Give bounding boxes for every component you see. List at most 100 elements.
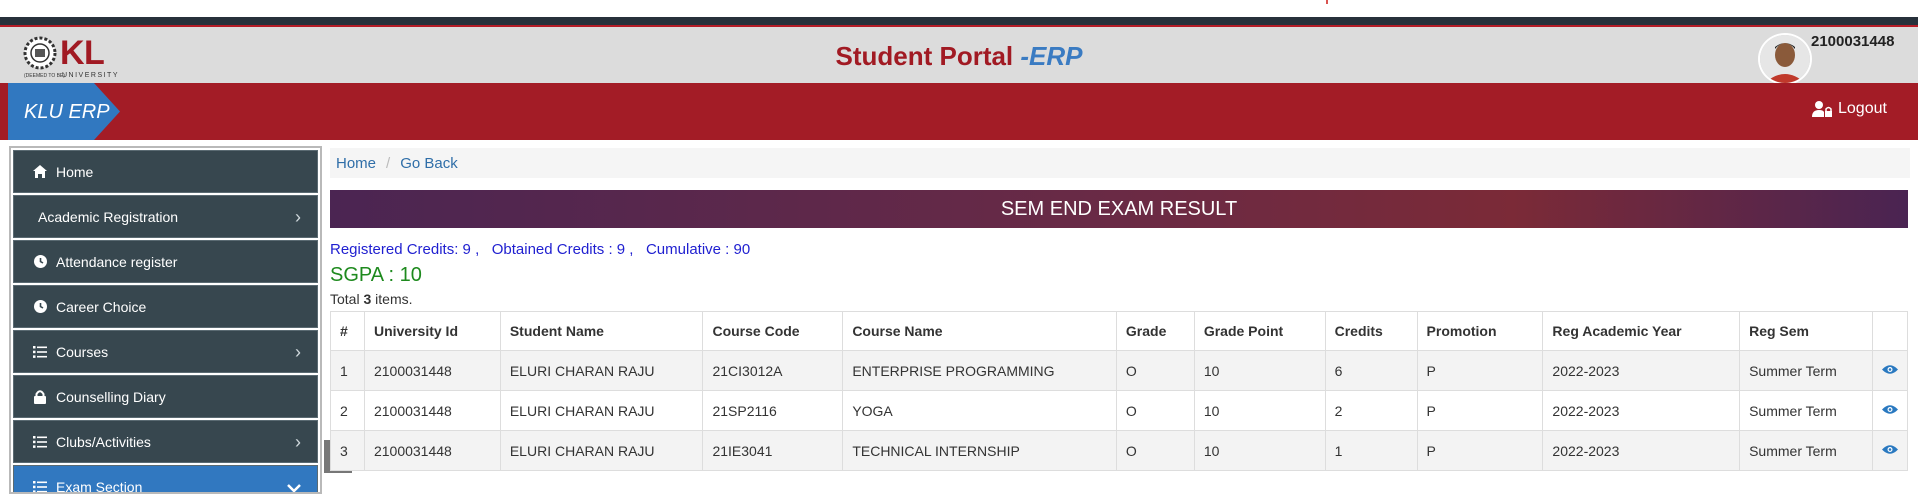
clock-icon <box>32 255 48 268</box>
cell-grade: O <box>1115 390 1195 431</box>
sidebar: Home Academic Registration › Attendance … <box>9 146 322 494</box>
sgpa-value: SGPA : 10 <box>330 264 422 286</box>
cell-course-name: TECHNICAL INTERNSHIP <box>842 430 1117 471</box>
view-cell <box>1871 350 1909 391</box>
column-header[interactable]: # <box>330 311 365 351</box>
chevron-right-icon: › <box>295 342 301 362</box>
sidebar-item-attendance-register[interactable]: Attendance register <box>13 240 318 283</box>
cell-reg-sem: Summer Term <box>1739 350 1873 391</box>
table-header-row: # University Id Student Name Course Code… <box>330 311 1909 351</box>
list-icon <box>32 435 48 448</box>
brand-label[interactable]: KLU ERP <box>24 101 110 124</box>
sidebar-item-counselling-diary[interactable]: Counselling Diary <box>13 375 318 418</box>
column-header[interactable]: Grade Point <box>1193 311 1326 351</box>
cell-student-name: ELURI CHARAN RAJU <box>499 350 704 391</box>
cell-reg-academic-year: 2022-2023 <box>1542 430 1741 471</box>
eye-icon[interactable] <box>1881 442 1898 459</box>
table-row: 3 2100031448 ELURI CHARAN RAJU 21IE3041 … <box>330 430 1909 471</box>
total-prefix: Total <box>330 291 364 307</box>
column-header[interactable]: Promotion <box>1416 311 1544 351</box>
sidebar-item-courses[interactable]: Courses › <box>13 330 318 373</box>
sidebar-item-label: Attendance register <box>56 253 178 270</box>
cell-reg-sem: Summer Term <box>1739 430 1873 471</box>
cell-credits: 1 <box>1324 430 1418 471</box>
chevron-right-icon: › <box>295 207 301 227</box>
column-header[interactable]: Credits <box>1324 311 1418 351</box>
portal-title: Student Portal -ERP <box>0 41 1918 72</box>
column-header[interactable]: Reg Academic Year <box>1542 311 1741 351</box>
credits-summary: Registered Credits: 9 , Obtained Credits… <box>330 241 751 258</box>
svg-text:UNIVERSITY: UNIVERSITY <box>62 72 119 79</box>
cell-reg-academic-year: 2022-2023 <box>1542 390 1741 431</box>
column-header[interactable]: Reg Sem <box>1739 311 1873 351</box>
portal-header: K L (DEEMED TO BE) UNIVERSITY Student Po… <box>0 25 1918 85</box>
column-header[interactable]: University Id <box>363 311 501 351</box>
eye-icon[interactable] <box>1881 362 1898 379</box>
sidebar-item-academic-registration[interactable]: Academic Registration › <box>13 195 318 238</box>
home-icon <box>32 165 48 178</box>
cell-index: 2 <box>330 390 365 431</box>
cell-credits: 2 <box>1324 390 1418 431</box>
column-header[interactable]: Grade <box>1115 311 1195 351</box>
breadcrumb-home-link[interactable]: Home <box>336 155 376 172</box>
user-id: 2100031448 <box>1811 33 1895 50</box>
cell-grade-point: 10 <box>1193 350 1326 391</box>
cell-reg-sem: Summer Term <box>1739 390 1873 431</box>
user-lock-icon <box>1812 101 1832 117</box>
cell-course-name: YOGA <box>842 390 1117 431</box>
view-cell <box>1871 430 1909 471</box>
result-banner: SEM END EXAM RESULT <box>330 190 1908 228</box>
cell-university-id: 2100031448 <box>363 390 501 431</box>
cell-university-id: 2100031448 <box>363 430 501 471</box>
cell-reg-academic-year: 2022-2023 <box>1542 350 1741 391</box>
cell-grade-point: 10 <box>1193 430 1326 471</box>
sidebar-item-label: Career Choice <box>56 298 147 315</box>
chevron-down-icon <box>287 477 301 492</box>
sidebar-item-label: Home <box>56 163 94 180</box>
top-dark-band <box>0 17 1918 25</box>
column-header[interactable]: Student Name <box>499 311 704 351</box>
column-header[interactable]: Course Code <box>702 311 844 351</box>
cell-course-code: 21SP2116 <box>702 390 844 431</box>
cell-course-code: 21IE3041 <box>702 430 844 471</box>
cell-student-name: ELURI CHARAN RAJU <box>499 390 704 431</box>
logout-button[interactable]: Logout <box>1812 100 1887 118</box>
sidebar-item-exam-section[interactable]: Exam Section <box>13 465 318 494</box>
sidebar-item-career-choice[interactable]: Career Choice <box>13 285 318 328</box>
portal-title-accent: -ERP <box>1020 41 1083 71</box>
cell-course-code: 21CI3012A <box>702 350 844 391</box>
chevron-right-icon: › <box>295 432 301 452</box>
logout-label: Logout <box>1838 100 1887 117</box>
cell-promotion: P <box>1416 350 1544 391</box>
column-header[interactable]: Course Name <box>842 311 1117 351</box>
column-header-actions <box>1871 311 1909 351</box>
breadcrumb-back-link[interactable]: Go Back <box>400 155 458 172</box>
list-icon <box>32 480 48 492</box>
sidebar-item-label: Exam Section <box>56 478 143 494</box>
cell-index: 3 <box>330 430 365 471</box>
cell-grade: O <box>1115 430 1195 471</box>
cell-promotion: P <box>1416 430 1544 471</box>
list-icon <box>32 345 48 358</box>
sidebar-item-label: Academic Registration <box>38 208 179 225</box>
cell-student-name: ELURI CHARAN RAJU <box>499 430 704 471</box>
cell-promotion: P <box>1416 390 1544 431</box>
result-banner-title: SEM END EXAM RESULT <box>1000 197 1238 220</box>
portal-title-main: Student Portal <box>835 41 1021 71</box>
sidebar-item-label: Courses <box>56 343 109 360</box>
sidebar-item-clubs-activities[interactable]: Clubs/Activities › <box>13 420 318 463</box>
view-cell <box>1871 390 1909 431</box>
total-suffix: items. <box>371 291 413 307</box>
svg-text:(DEEMED TO BE): (DEEMED TO BE) <box>24 73 65 79</box>
breadcrumb: Home / Go Back <box>330 148 1910 178</box>
total-items: Total 3 items. <box>330 291 413 307</box>
cell-grade-point: 10 <box>1193 390 1326 431</box>
eye-icon[interactable] <box>1881 402 1898 419</box>
sidebar-item-home[interactable]: Home <box>13 150 318 193</box>
table-row: 2 2100031448 ELURI CHARAN RAJU 21SP2116 … <box>330 390 1909 431</box>
clock-icon <box>32 300 48 313</box>
lock-icon <box>32 389 48 404</box>
sidebar-item-label: Counselling Diary <box>56 388 166 405</box>
sidebar-item-label: Clubs/Activities <box>56 433 151 450</box>
user-avatar[interactable] <box>1758 33 1812 85</box>
